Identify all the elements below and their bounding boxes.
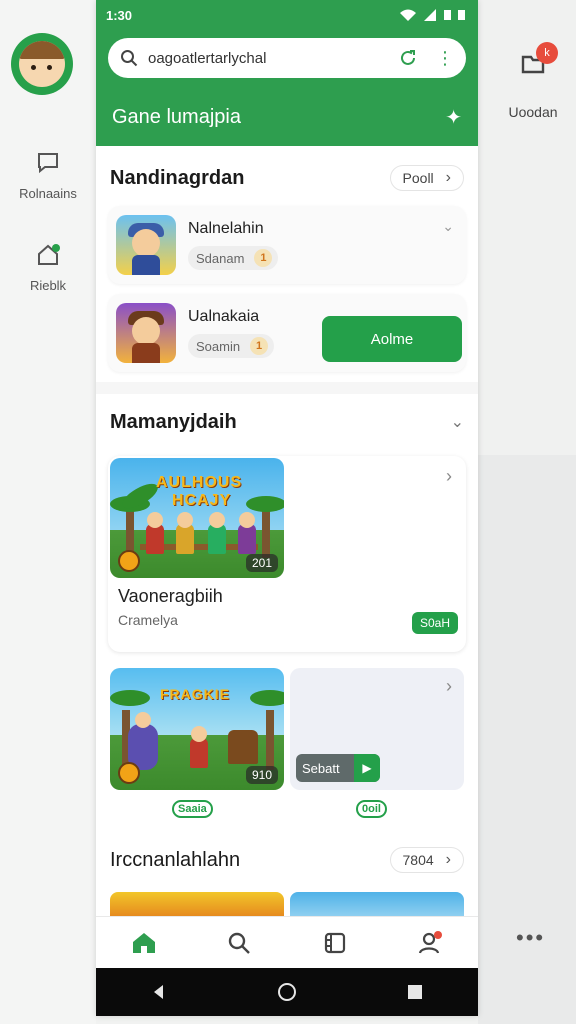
chevron-down-icon[interactable]: ⌄: [442, 218, 454, 235]
search-input[interactable]: [148, 49, 388, 67]
tab-profile[interactable]: [406, 923, 454, 963]
app-panel: 1:30 ⋮ Gane lumajpia ✦ Nandinagrdan Pool…: [96, 0, 478, 1016]
coin-icon: 1: [250, 337, 269, 355]
tile-badge: 910: [245, 766, 278, 784]
item-title: Ualnakaia: [188, 308, 260, 325]
bg-nav-chat-label: Rolnaains: [19, 186, 77, 201]
game-tile-row: FRAGKIE 910 › Sebatt ▶: [108, 668, 466, 792]
featured-subtitle: Cramelya: [118, 612, 178, 628]
section-title: Irccnanlahlahn: [110, 848, 241, 871]
notification-badge: k: [536, 42, 558, 64]
more-vertical-icon[interactable]: ⋮: [436, 49, 454, 67]
section-title: Mamanyjdaih: [110, 410, 237, 433]
featured-title: Vaoneragbiih: [118, 586, 223, 606]
featured-badge: 201: [245, 554, 278, 572]
bg-right-item[interactable]: k Uoodan: [490, 42, 576, 120]
home-badge-icon: [35, 242, 61, 268]
folder-icon: k: [518, 42, 558, 80]
home-icon: [132, 932, 155, 953]
header-bar: Gane lumajpia ✦: [96, 88, 478, 146]
profile-icon: [419, 930, 443, 953]
banner-text-1: AULHOUS: [156, 474, 243, 491]
section-action-label: 7804: [402, 852, 434, 868]
chat-bubble-icon: [35, 150, 61, 176]
tile-action-label: Sebatt: [302, 760, 340, 776]
chevron-down-icon[interactable]: ⌄: [451, 412, 464, 432]
bg-nav-home[interactable]: Rieblk: [0, 242, 96, 293]
game-thumbnail: [116, 303, 176, 363]
list-item[interactable]: Ualnakaia Soamin 1 Aolme: [108, 294, 466, 372]
item-chip[interactable]: Sdanam 1: [188, 246, 279, 270]
battery-icon: [444, 10, 465, 20]
coin-icon: [118, 762, 140, 784]
chevron-right-icon[interactable]: ›: [446, 466, 452, 487]
status-time: 1:30: [106, 7, 133, 23]
bg-nav-home-label: Rieblk: [29, 278, 67, 293]
signal-icon: [424, 9, 436, 21]
section-header: Irccnanlahlahn 7804 ›: [96, 832, 478, 888]
page-title: Gane lumajpia: [112, 105, 241, 128]
game-tile[interactable]: FRAGKIE 910: [110, 668, 284, 790]
wifi-icon: [400, 9, 416, 21]
featured-card[interactable]: AULHOUS HCAJY 201 › Vaoneragbiih Cramely…: [108, 456, 466, 652]
item-chip-label: Sdanam: [196, 250, 245, 266]
chevron-right-icon[interactable]: ›: [446, 676, 452, 697]
tile-banner-text: FRAGKIE: [160, 686, 230, 702]
game-thumbnail: [116, 215, 176, 275]
tab-library[interactable]: [311, 923, 359, 963]
play-icon: ▶: [354, 754, 380, 782]
banner-text-2: HCAJY: [172, 492, 232, 509]
list-item[interactable]: Nalnelahin Sdanam 1 ⌄: [108, 206, 466, 284]
tile-action-button[interactable]: Sebatt ▶: [296, 754, 380, 782]
library-icon: [324, 932, 345, 953]
section-action-button[interactable]: Pooll ›: [389, 165, 464, 191]
section-action-label: Pooll: [402, 170, 434, 186]
bg-nav-chat[interactable]: Rolnaains: [0, 150, 96, 201]
system-nav-bar: [96, 968, 478, 1016]
game-tile[interactable]: › Sebatt ▶: [290, 668, 464, 790]
back-icon[interactable]: [151, 984, 167, 1000]
featured-banner: AULHOUS HCAJY 201: [110, 458, 284, 578]
chevron-right-icon: ›: [445, 851, 451, 868]
tile-labels: Saaia 0oil: [108, 800, 466, 820]
background-right-pane: [478, 0, 576, 1024]
tile-label-left: Saaia: [172, 800, 213, 818]
item-title: Nalnelahin: [188, 220, 264, 237]
item-chip-label: Soamin: [196, 338, 241, 354]
coin-icon: 1: [254, 249, 273, 267]
search-icon: [229, 932, 251, 954]
install-button[interactable]: Aolme: [322, 316, 462, 362]
search-bar[interactable]: ⋮: [108, 38, 466, 78]
more-icon[interactable]: •••: [516, 925, 545, 951]
search-icon: [121, 50, 138, 67]
tab-home[interactable]: [120, 923, 168, 963]
section-header: Mamanyjdaih ⌄: [96, 394, 478, 450]
avatar[interactable]: [11, 33, 73, 95]
pin-icon[interactable]: ✦: [445, 105, 462, 130]
section-title: Nandinagrdan: [110, 166, 245, 189]
bg-right-item-label: Uoodan: [508, 104, 558, 120]
recents-icon[interactable]: [407, 984, 423, 1000]
status-bar: 1:30: [96, 0, 478, 30]
coin-icon: [118, 550, 140, 572]
refresh-icon[interactable]: [398, 48, 418, 68]
tile-label-right: 0oil: [356, 800, 387, 818]
chevron-right-icon: ›: [445, 169, 451, 186]
bottom-tab-bar: [96, 916, 478, 968]
home-circle-icon[interactable]: [277, 982, 297, 1002]
section-action-button[interactable]: 7804 ›: [389, 847, 464, 873]
featured-tag[interactable]: S0aH: [411, 612, 458, 634]
item-chip[interactable]: Soamin 1: [188, 334, 275, 358]
section-header: Nandinagrdan Pooll ›: [96, 150, 478, 206]
background-left-pane: Rolnaains Rieblk: [0, 0, 96, 1024]
tab-search[interactable]: [215, 923, 263, 963]
